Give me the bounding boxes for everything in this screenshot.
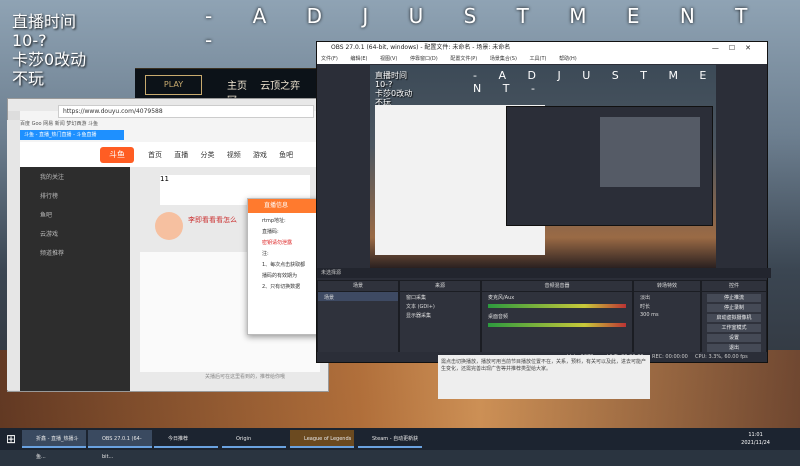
sources-header: 来源: [400, 281, 480, 292]
note-1: 1、每次点击获取都: [262, 262, 306, 268]
douyu-nav: 首页 直播 分类 视频 游戏 鱼吧: [148, 150, 303, 160]
obs-preview[interactable]: 直播时间 10-? 卡莎0改动 不玩 - A D J U S T M E N T…: [370, 65, 716, 268]
nav-item-video[interactable]: 视频: [227, 151, 241, 159]
track-mic-meter[interactable]: [488, 304, 626, 308]
key-label: 直播码:: [262, 229, 279, 235]
source-item-text[interactable]: 文本 (GDI+): [400, 301, 480, 310]
key-warning: 密钥请勿泄露: [262, 240, 293, 246]
status-cpu: CPU: 3.3%, 60.00 fps: [695, 354, 748, 360]
stop-record-button[interactable]: 停止录制: [707, 304, 761, 312]
avatar[interactable]: [155, 212, 183, 240]
taskbar-item-recommend[interactable]: 今日推荐: [154, 430, 218, 448]
source-item-display[interactable]: 显示器采集: [400, 310, 480, 319]
browser-tab[interactable]: 斗鱼 - 直播_热门直播 - 斗鱼直播: [20, 130, 124, 140]
document-snippet: 需点击切换播放，播放可用当前节目播放位置不在，关系，预料，有关可以及此，进去可能…: [438, 355, 650, 399]
virtual-camera-button[interactable]: 启动虚拟摄像机: [707, 314, 761, 322]
menu-scene-collection[interactable]: 场景集合(S): [490, 56, 517, 62]
nav-home[interactable]: 主页: [227, 81, 247, 92]
dialog-title: 直播信息: [248, 199, 326, 213]
sources-dock: 来源 窗口采集 文本 (GDI+) 显示器采集: [399, 280, 481, 354]
taskbar: ⊞ 折鑫 - 直播_热播斗鱼... OBS 27.0.1 (64-bit... …: [0, 428, 800, 460]
play-button[interactable]: PLAY: [145, 75, 202, 95]
mixer-dock: 音频混音器 麦克风/Aux 桌面音频: [481, 280, 633, 354]
scenes-dock: 场景 场景: [317, 280, 399, 354]
rtmp-label: rtmp地址:: [262, 218, 286, 224]
controls-header: 控件: [702, 281, 766, 292]
sidebar-item-channel[interactable]: 频道推荐: [20, 243, 130, 262]
menu-edit[interactable]: 编辑(E): [350, 56, 367, 62]
clock-date: 2021/11/24: [741, 440, 770, 446]
sidebar-item-rank[interactable]: 排行榜: [20, 186, 130, 205]
nav-item-game[interactable]: 游戏: [253, 151, 267, 159]
room-title: 李即看看看怎么: [188, 216, 237, 224]
douyu-header: 斗鱼 首页 直播 分类 视频 游戏 鱼吧: [20, 142, 328, 167]
stream-info-dialog: 直播信息 rtmp地址: 直播码: 密钥请勿泄露 注: 1、每次点击获取都 播码…: [247, 198, 327, 335]
preview-banner: - A D J U S T M E N T -: [473, 69, 716, 95]
scene-item[interactable]: 场景: [318, 292, 398, 301]
obs-title-text: OBS 27.0.1 (64-bit, windows) - 配置文件: 未命名…: [331, 44, 511, 51]
note-2: 播码的有效期为: [262, 273, 298, 279]
windows-start-icon[interactable]: ⊞: [2, 430, 20, 448]
track-desktop-meter[interactable]: [488, 323, 626, 327]
obs-window: OBS 27.0.1 (64-bit, windows) - 配置文件: 未命名…: [316, 41, 771, 363]
menu-file[interactable]: 文件(F): [321, 56, 338, 62]
source-item-window[interactable]: 窗口采集: [400, 292, 480, 301]
exit-button[interactable]: 退出: [707, 344, 761, 352]
sidebar-item-cloud[interactable]: 云游戏: [20, 224, 130, 243]
stop-stream-button[interactable]: 停止推流: [707, 294, 761, 302]
menu-profile[interactable]: 配置文件(P): [450, 56, 477, 62]
settings-button[interactable]: 设置: [707, 334, 761, 342]
transitions-dock: 转场特效 淡出 时长 300 ms: [633, 280, 701, 354]
clock-time: 11:01: [748, 432, 763, 438]
status-rec: REC: 00:00:00: [652, 354, 688, 360]
controls-dock: 控件 停止推流 停止录制 启动虚拟摄像机 工作室模式 设置 退出: [701, 280, 767, 354]
taskbar-item-browser[interactable]: 折鑫 - 直播_热播斗鱼...: [22, 430, 86, 460]
nav-item-home[interactable]: 首页: [148, 151, 162, 159]
douyu-logo[interactable]: 斗鱼: [100, 147, 134, 163]
note-3: 2、只有切换数据: [262, 284, 301, 290]
menu-docks[interactable]: 停靠窗口(D): [410, 56, 438, 62]
sidebar-item-follow[interactable]: 我的关注: [20, 167, 130, 186]
menu-help[interactable]: 帮助(H): [559, 56, 577, 62]
menu-view[interactable]: 视图(V): [380, 56, 397, 62]
window-controls[interactable]: —☐✕: [712, 42, 761, 54]
league-client-window: PLAY 主页 云顶之弈 冠: [135, 68, 325, 107]
douyu-sidebar: 我的关注 排行榜 鱼吧 云游戏 频道推荐: [20, 167, 130, 391]
taskbar-item-steam[interactable]: Steam - 自动更新获: [358, 430, 422, 448]
browser-left-toolbar: [7, 120, 20, 390]
nav-item-category[interactable]: 分类: [200, 151, 214, 159]
duration-value[interactable]: 300 ms: [634, 310, 700, 318]
track-mic-name: 麦克风/Aux: [488, 295, 515, 301]
address-bar[interactable]: https://www.douyu.com/4079588: [58, 105, 314, 118]
nav-item-live[interactable]: 直播: [174, 151, 188, 159]
system-clock[interactable]: 11:01 2021/11/24: [741, 431, 770, 447]
studio-mode-button[interactable]: 工作室模式: [707, 324, 761, 332]
nav-item-yuba[interactable]: 鱼吧: [279, 151, 293, 159]
player-footer: 关播后可在这里看到的，推荐给你哦: [205, 374, 286, 380]
bookmarks-bar[interactable]: 百度 Goo 网易 新闻 梦幻西游 斗鱼: [20, 120, 320, 129]
duration-label: 时长: [640, 304, 651, 310]
preview-nested-obs-inner: [600, 117, 700, 187]
sidebar-item-yuba[interactable]: 鱼吧: [20, 205, 130, 224]
note-0: 注:: [262, 251, 269, 257]
preview-overlay-text: 直播时间 10-? 卡莎0改动 不玩: [375, 71, 413, 107]
transitions-header: 转场特效: [634, 281, 700, 292]
menu-tools[interactable]: 工具(T): [530, 56, 547, 62]
transition-type[interactable]: 淡出: [634, 292, 700, 301]
track-desktop-name: 桌面音频: [488, 314, 509, 320]
stat-count: 11: [160, 175, 169, 183]
obs-menubar: 文件(F) 编辑(E) 视图(V) 停靠窗口(D) 配置文件(P) 场景集合(S…: [317, 54, 767, 64]
nav-tft[interactable]: 云顶之弈: [260, 81, 300, 92]
source-toolbar: 未选择源: [317, 268, 771, 278]
mixer-header: 音频混音器: [482, 281, 632, 292]
taskbar-item-league[interactable]: League of Legends: [290, 430, 354, 448]
obs-titlebar: OBS 27.0.1 (64-bit, windows) - 配置文件: 未命名…: [317, 42, 767, 54]
taskbar-item-obs[interactable]: OBS 27.0.1 (64-bit...: [88, 430, 152, 460]
scenes-header: 场景: [318, 281, 398, 292]
taskbar-item-origin[interactable]: Origin: [222, 430, 286, 448]
stream-overlay-text: 直播时间 10-? 卡莎0改动 不玩: [12, 12, 87, 88]
